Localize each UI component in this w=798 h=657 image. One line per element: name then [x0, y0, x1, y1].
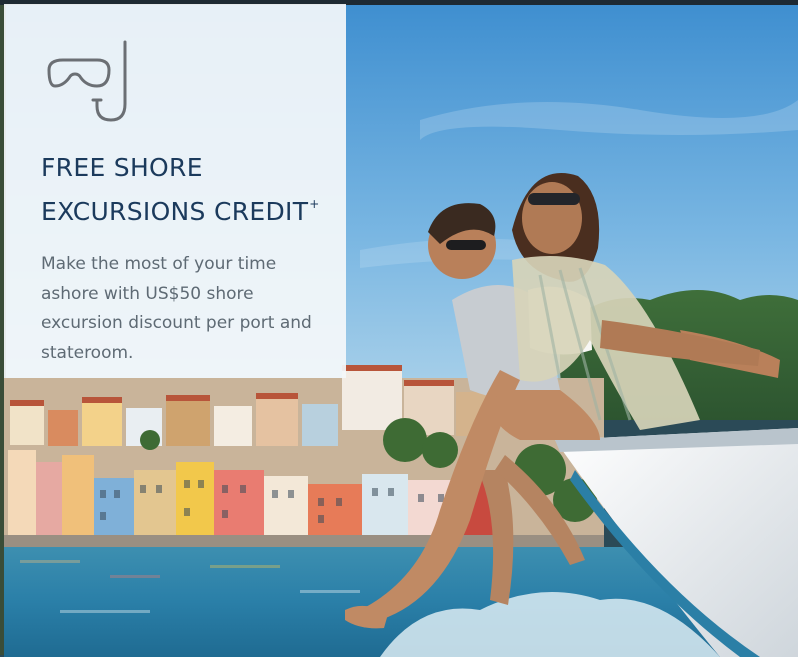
card-title: FREE SHORE EXCURSIONS CREDIT+ [41, 150, 326, 230]
card-title-text: FREE SHORE EXCURSIONS CREDIT [41, 153, 309, 226]
footnote-mark: + [309, 197, 320, 211]
card-description: Make the most of your time ashore with U… [41, 254, 312, 363]
snorkel-mask-icon [47, 40, 127, 122]
promo-card: FREE SHORE EXCURSIONS CREDIT+ Make the m… [4, 4, 346, 378]
